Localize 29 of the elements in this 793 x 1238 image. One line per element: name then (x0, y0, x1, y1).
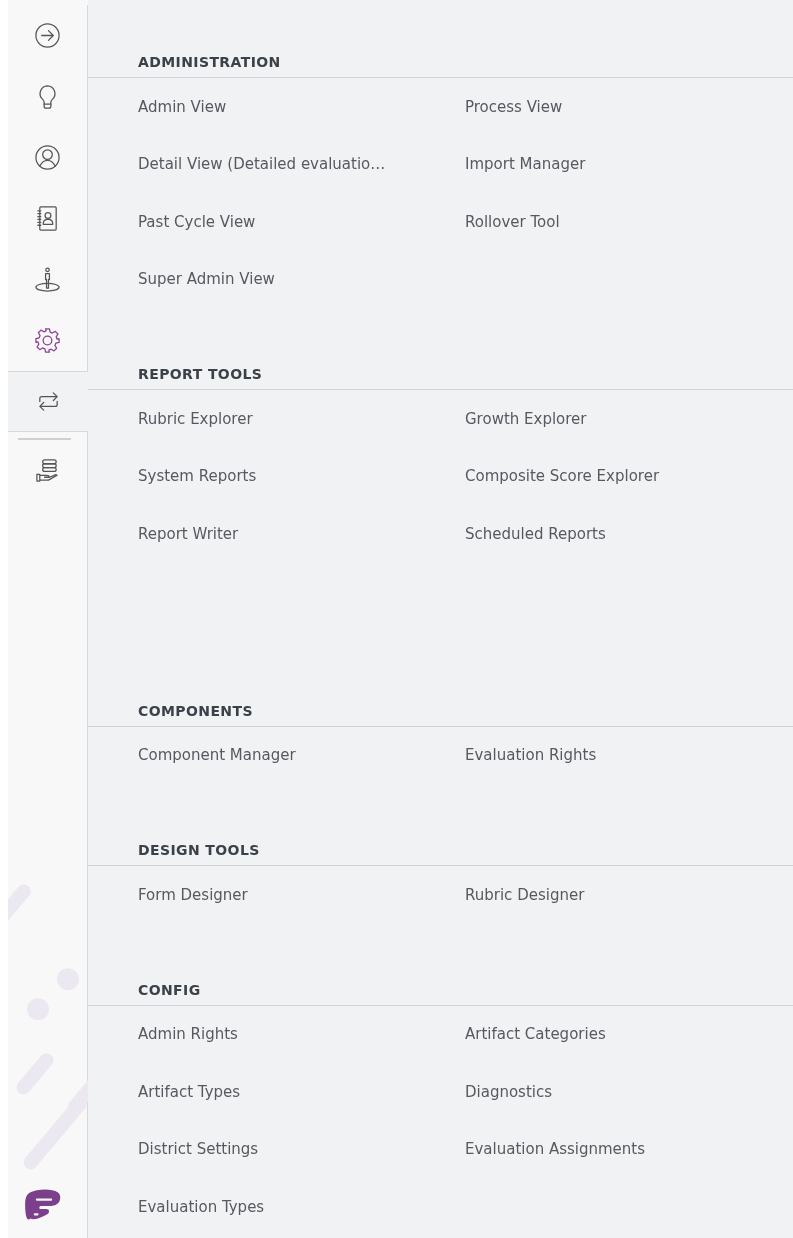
menu-link[interactable]: Admin Rights (88, 1022, 242, 1047)
menu-link[interactable]: System Reports (88, 464, 261, 489)
section-heading: CONFIG (88, 971, 793, 1006)
section-heading: ADMINISTRATION (88, 44, 793, 78)
menu-link[interactable]: Form Designer (88, 882, 252, 907)
section-heading: REPORT TOOLS (88, 356, 793, 390)
menu-link[interactable]: Import Manager (465, 152, 590, 177)
menu-link[interactable]: Past Cycle View (88, 209, 260, 234)
menu-link[interactable]: Admin View (88, 94, 231, 119)
menu-link[interactable]: District Settings (88, 1137, 263, 1162)
menu-link[interactable]: Scheduled Reports (465, 521, 610, 546)
menu-link[interactable]: Report Writer (88, 521, 243, 546)
menu-link[interactable]: Composite Score Explorer (465, 464, 664, 489)
menu-link[interactable]: Super Admin View (88, 267, 279, 292)
menu-link[interactable]: Artifact Types (88, 1079, 245, 1104)
menu-link[interactable]: Component Manager (88, 743, 300, 768)
section-heading: DESIGN TOOLS (88, 832, 793, 866)
menu-link[interactable]: Diagnostics (465, 1079, 557, 1104)
menu-link[interactable]: Artifact Categories (465, 1022, 610, 1047)
menu-link[interactable]: Rubric Designer (465, 882, 589, 907)
menu-link[interactable]: Evaluation Types (88, 1194, 269, 1219)
menu-link[interactable]: Detail View (Detailed evaluatio… (88, 152, 390, 177)
section-heading: COMPONENTS (88, 692, 793, 727)
menu-link[interactable]: Growth Explorer (465, 406, 591, 431)
menu-link[interactable]: Evaluation Rights (465, 743, 601, 768)
menu-link[interactable]: Evaluation Assignments (465, 1137, 650, 1162)
menu-link[interactable]: Process View (465, 94, 567, 119)
menu-link[interactable]: Rollover Tool (465, 209, 564, 234)
menu-link[interactable]: Rubric Explorer (88, 406, 257, 431)
